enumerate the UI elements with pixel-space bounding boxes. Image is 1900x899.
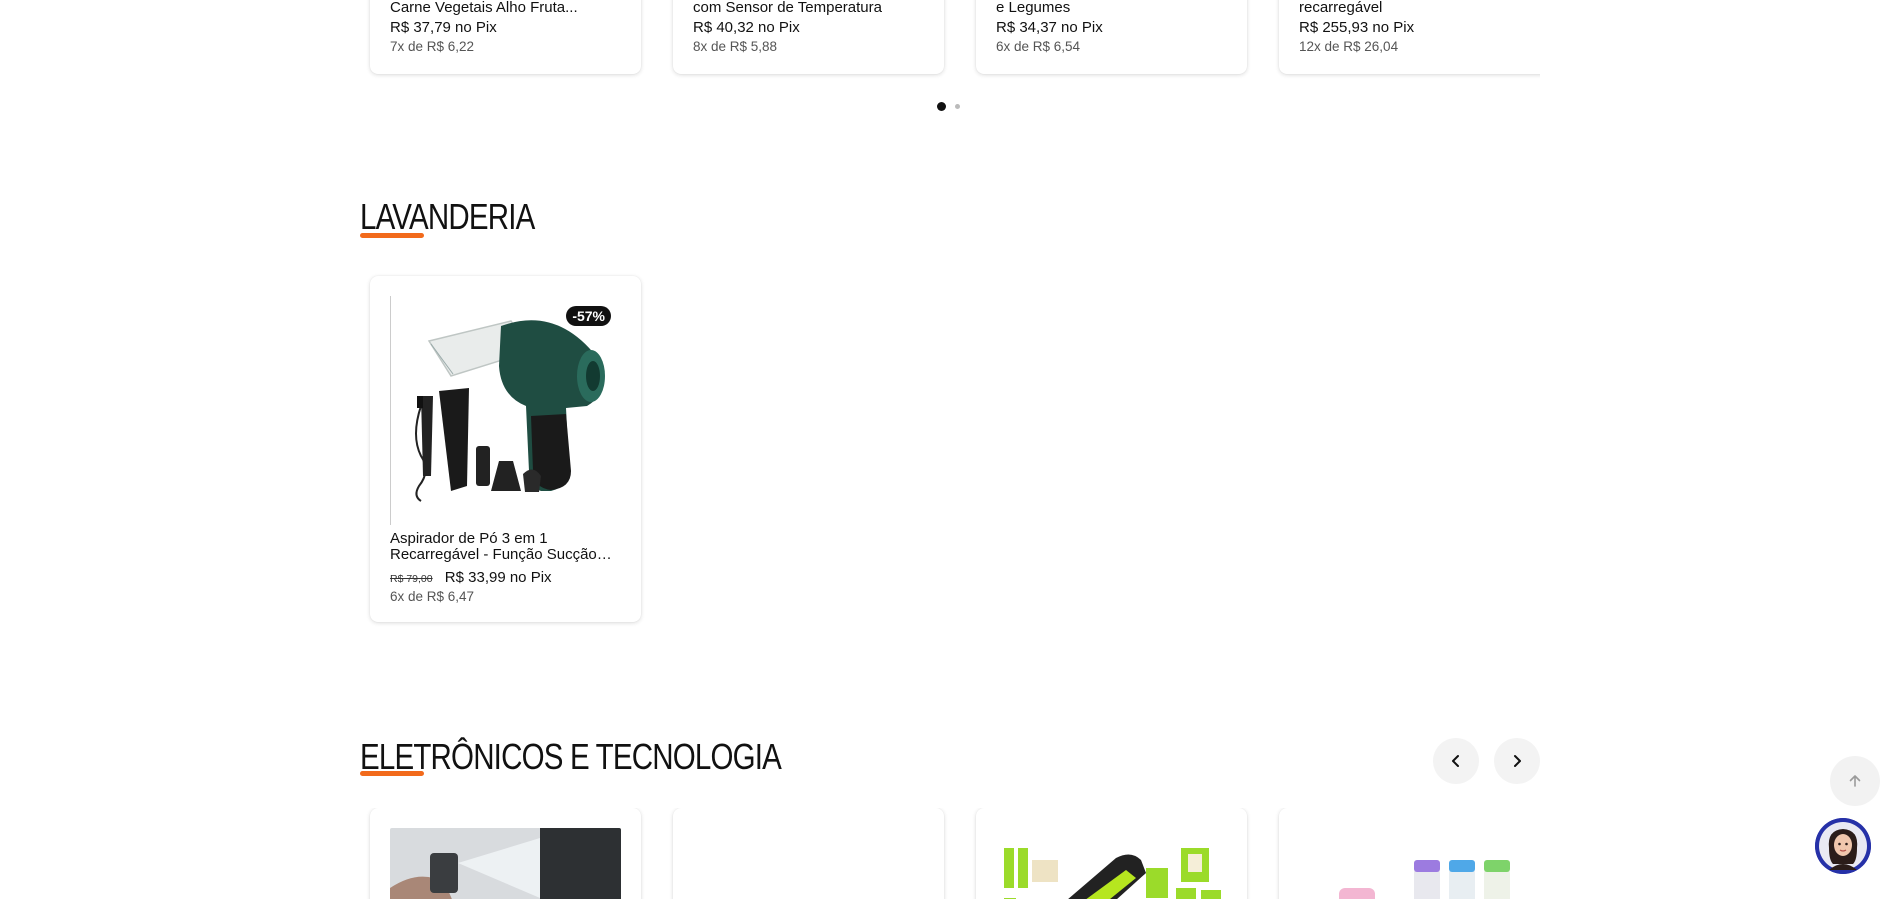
section-title-laundry: LAVANDERIA [360,196,535,237]
product-price: R$ 34,37 no Pix [996,19,1103,36]
vacuum-product-illustration [415,320,605,502]
product-image[interactable] [1299,828,1530,899]
product-installments: 6x de R$ 6,47 [390,589,475,604]
product-price: R$ 37,79 no Pix [390,19,497,36]
product-installments: 7x de R$ 6,22 [390,39,475,54]
page: Carne Vegetais Alho Fruta... R$ 37,79 no… [0,0,1900,899]
product-card[interactable] [370,808,641,899]
discount-badge: -57% [566,306,611,326]
top-carousel-track: Carne Vegetais Alho Fruta... R$ 37,79 no… [370,0,1540,74]
product-name[interactable]: recarregável [1299,0,1530,16]
product-price: R$ 40,32 no Pix [693,19,800,36]
carousel-prev-button[interactable] [1433,738,1479,784]
product-name[interactable]: Aspirador de Pó 3 em 1 Recarregável - Fu… [390,531,621,563]
product-installments: 12x de R$ 26,04 [1299,39,1399,54]
pagination-dot-active[interactable] [937,102,946,111]
product-name[interactable]: e Legumes [996,0,1227,16]
section-title-underline [360,771,424,776]
scroll-to-top-button[interactable] [1830,756,1880,806]
product-name[interactable]: com Sensor de Temperatura [693,0,924,16]
electronics-carousel-track [370,808,1540,899]
product-card[interactable]: com Sensor de Temperatura R$ 40,32 no Pi… [673,0,944,74]
product-installments: 6x de R$ 6,54 [996,39,1081,54]
product-card[interactable]: e Legumes R$ 34,37 no Pix 6x de R$ 6,54 [976,0,1247,74]
product-price: R$ 255,93 no Pix [1299,19,1415,36]
chevron-right-icon [1514,755,1521,767]
product-price-row: R$ 79,00 R$ 33,99 no Pix [390,569,621,586]
product-image[interactable]: -57% [390,296,621,525]
top-product-carousel: Carne Vegetais Alho Fruta... R$ 37,79 no… [360,0,1540,80]
product-image[interactable] [996,828,1227,899]
section-title-underline [360,233,424,238]
product-card[interactable]: Carne Vegetais Alho Fruta... R$ 37,79 no… [370,0,641,74]
electronics-product-carousel [360,808,1540,899]
screen-cleaner-product-image [390,828,621,899]
product-old-price: R$ 79,00 [390,573,433,585]
carousel-pagination [937,102,960,111]
vegetable-slicer-product-image [996,828,1227,899]
product-card[interactable] [976,808,1247,899]
product-name[interactable]: Carne Vegetais Alho Fruta... [390,0,621,16]
product-image[interactable] [693,828,924,899]
chat-assistant-button[interactable] [1815,818,1871,874]
pagination-dot[interactable] [955,104,960,109]
arrow-up-icon [1849,775,1861,787]
product-image[interactable] [390,828,621,899]
product-card[interactable]: recarregável R$ 255,93 no Pix 12x de R$ … [1279,0,1540,74]
portable-blender-product-image [1299,828,1530,899]
carousel-next-button[interactable] [1494,738,1540,784]
product-installments: 8x de R$ 5,88 [693,39,778,54]
product-card[interactable]: -57% Aspirador de Pó 3 em 1 Recarregável… [370,276,641,622]
product-card[interactable] [1279,808,1540,899]
product-card[interactable] [673,808,944,899]
product-price: R$ 33,99 no Pix [444,569,552,586]
assistant-avatar-icon [1815,818,1871,874]
chevron-left-icon [1452,755,1459,767]
